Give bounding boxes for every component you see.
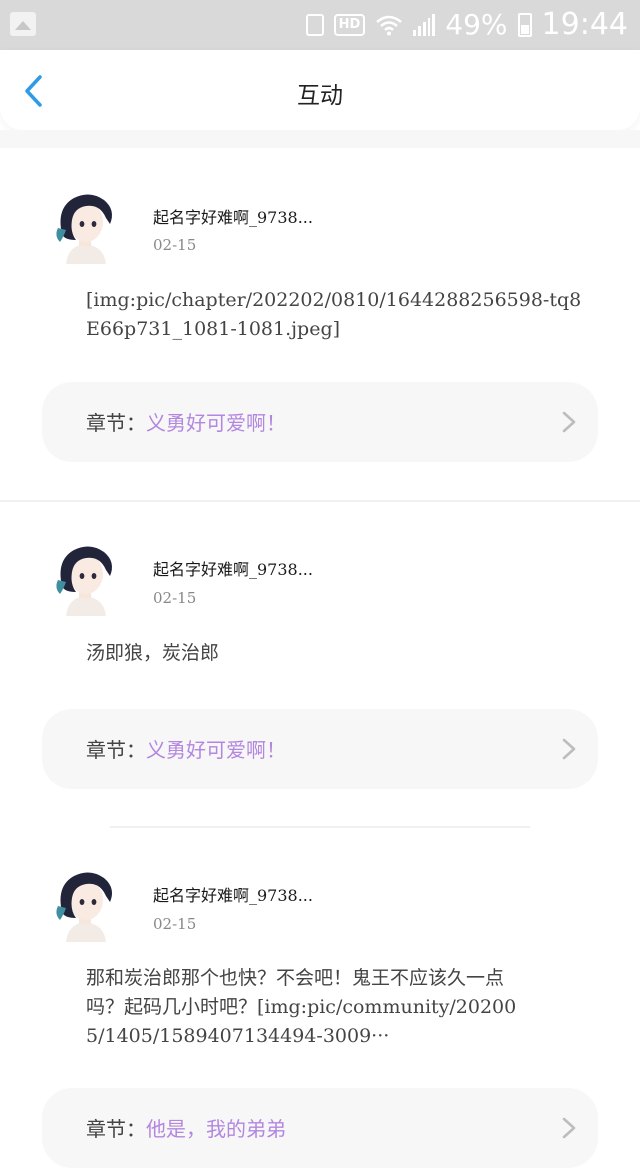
hd-badge: HD <box>333 14 366 36</box>
chapter-label: 章节： <box>86 1117 146 1141</box>
post-date: 02-15 <box>153 236 197 254</box>
cellular-signal-icon <box>413 14 436 36</box>
chapter-link[interactable]: 章节：他是，我的弟弟 <box>42 1088 598 1168</box>
interaction-item[interactable]: 起名字好难啊_9738... 02-15 [img:pic/chapter/20… <box>0 148 640 500</box>
gallery-notification-icon <box>10 12 36 36</box>
chapter-label-wrap: 章节：义勇好可爱啊！ <box>86 709 286 791</box>
username[interactable]: 起名字好难啊_9738... <box>153 556 313 580</box>
comment-content[interactable]: 汤即狼，炭治郎 <box>86 639 586 668</box>
sim-card-icon <box>305 14 324 36</box>
chevron-right-icon <box>562 738 576 760</box>
battery-icon <box>517 13 532 37</box>
chapter-label: 章节： <box>86 411 146 435</box>
avatar[interactable] <box>50 190 120 266</box>
chapter-title: 义勇好可爱啊！ <box>146 411 286 435</box>
chapter-label-wrap: 章节：他是，我的弟弟 <box>86 1088 286 1170</box>
chapter-label-wrap: 章节：义勇好可爱啊！ <box>86 382 286 464</box>
post-date: 02-15 <box>153 589 197 607</box>
avatar[interactable] <box>50 868 120 944</box>
status-icons: HD 49% 19:44 <box>305 7 628 42</box>
clock: 19:44 <box>541 7 628 42</box>
chapter-title: 他是，我的弟弟 <box>146 1117 286 1141</box>
chapter-label: 章节： <box>86 738 146 762</box>
chapter-link[interactable]: 章节：义勇好可爱啊！ <box>42 382 598 462</box>
comment-content[interactable]: 那和炭治郎那个也快？不会吧！鬼王不应该久一点吗？起码几小时吧？[img:pic/… <box>86 964 526 1051</box>
battery-percent: 49% <box>445 8 508 41</box>
username[interactable]: 起名字好难啊_9738... <box>153 882 313 906</box>
interaction-item[interactable]: 起名字好难啊_9738... 02-15 那和炭治郎那个也快？不会吧！鬼王不应该… <box>0 828 640 1168</box>
status-bar: HD 49% 19:44 <box>0 0 640 50</box>
chevron-right-icon <box>562 411 576 433</box>
interaction-item[interactable]: 起名字好难啊_9738... 02-15 汤即狼，炭治郎 章节：义勇好可爱啊！ <box>0 502 640 826</box>
page-title: 互动 <box>297 83 343 109</box>
comment-content[interactable]: [img:pic/chapter/202202/0810/16442882565… <box>86 286 586 344</box>
chapter-link[interactable]: 章节：义勇好可爱啊！ <box>42 709 598 789</box>
username[interactable]: 起名字好难啊_9738... <box>153 204 313 228</box>
wifi-icon <box>375 14 403 36</box>
avatar[interactable] <box>50 542 120 618</box>
post-date: 02-15 <box>153 915 197 933</box>
chevron-right-icon <box>562 1117 576 1139</box>
nav-bar: 互动 <box>0 50 640 130</box>
header-separator <box>0 130 640 148</box>
chapter-title: 义勇好可爱啊！ <box>146 738 286 762</box>
